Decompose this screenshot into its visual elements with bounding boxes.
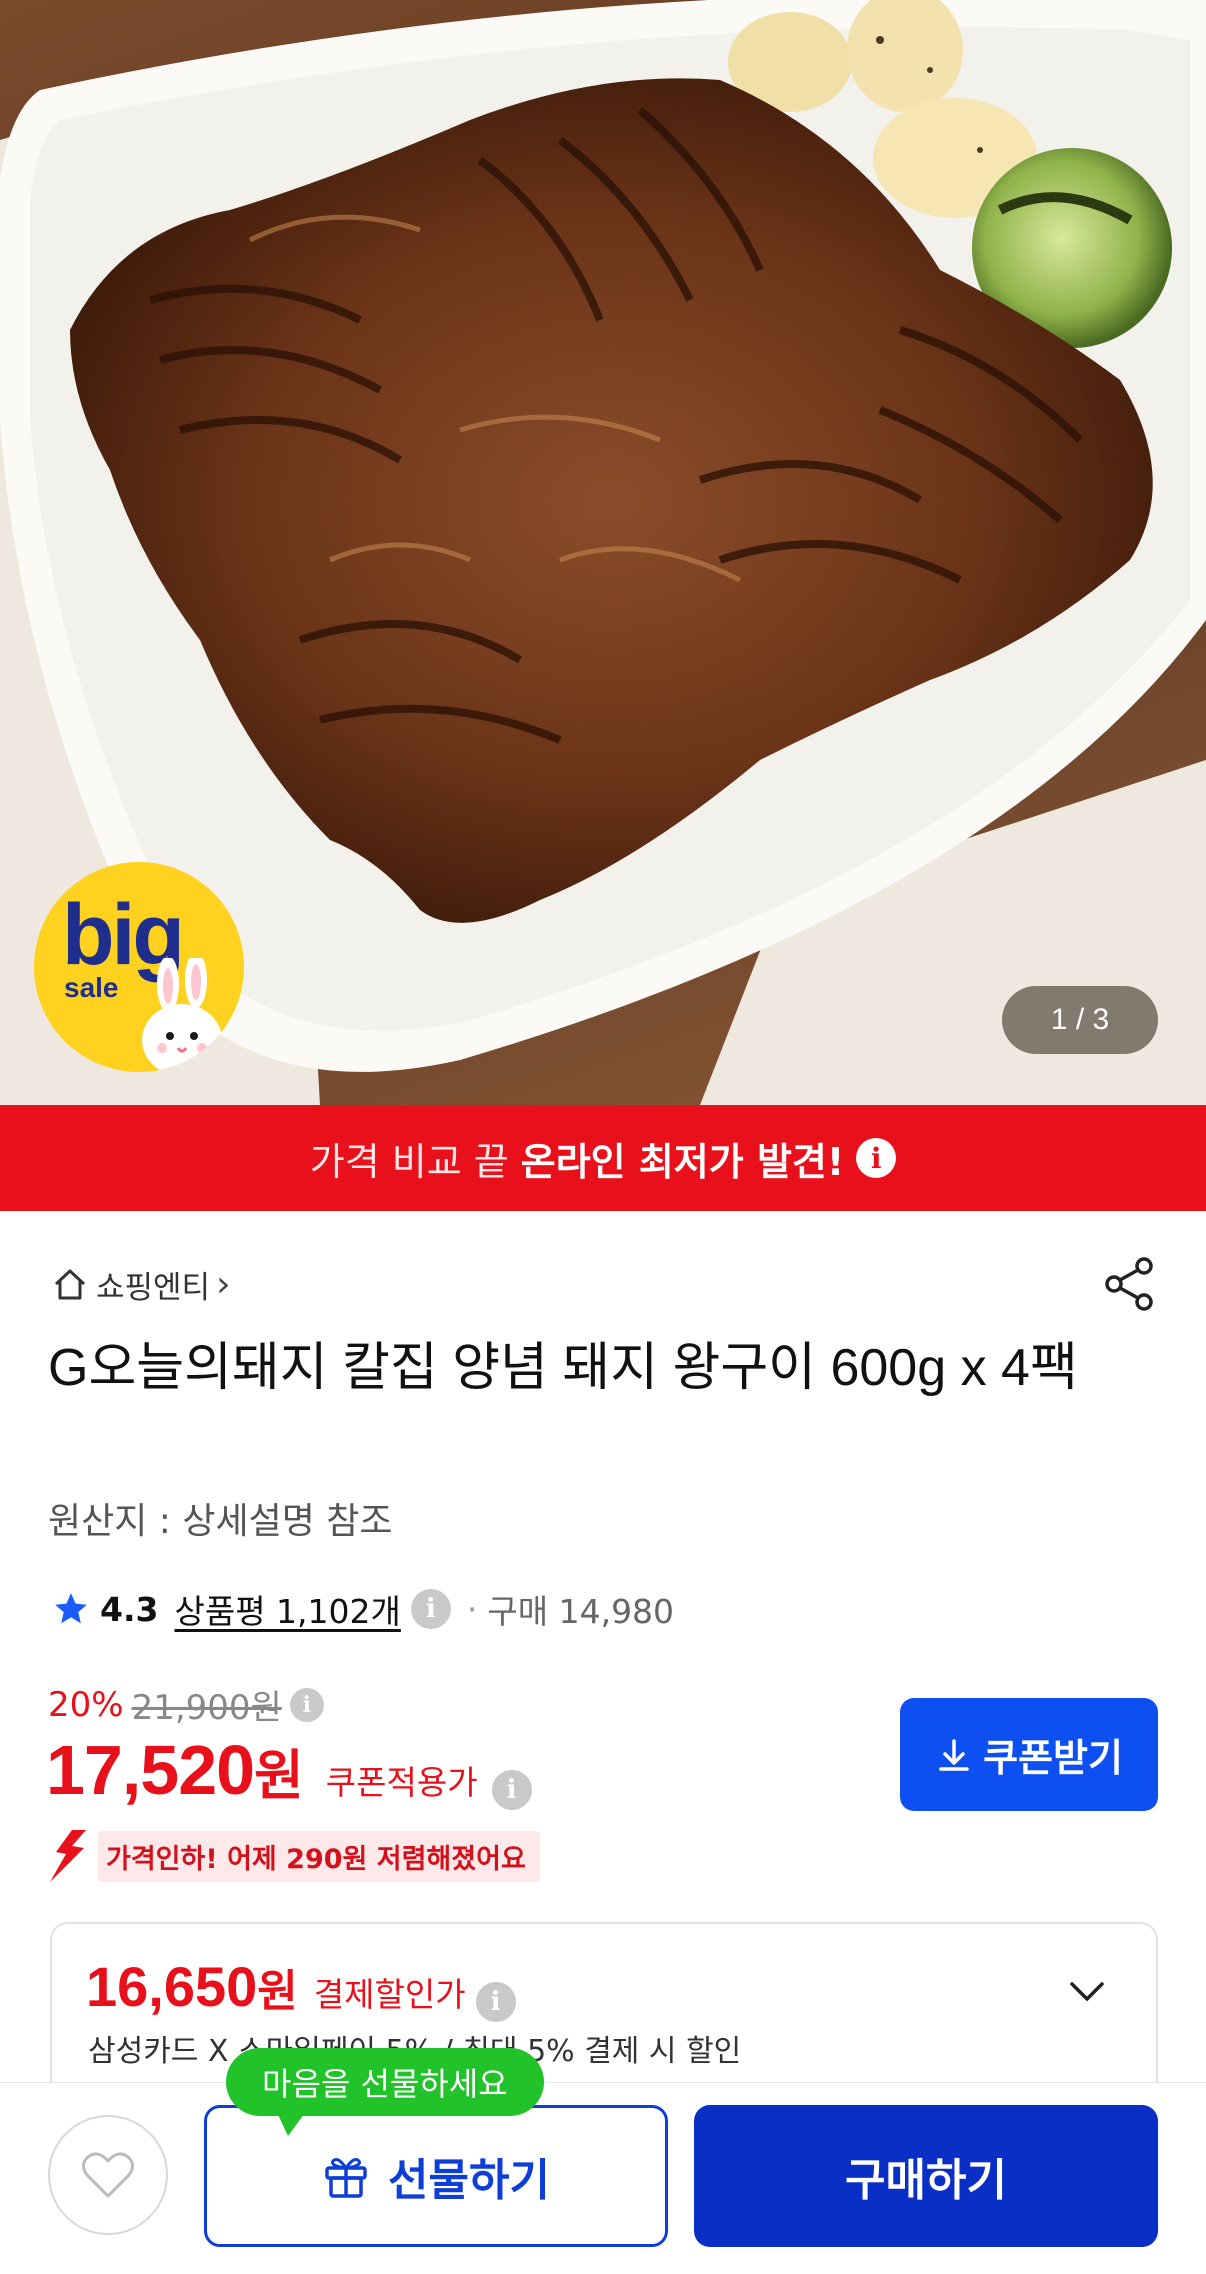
image-pager: 1 / 3 [1002,986,1158,1054]
lowest-price-banner[interactable]: 가격 비교 끝 온라인 최저가 발견! i [0,1105,1206,1211]
bottom-action-bar: 선물하기 구매하기 [0,2082,1206,2274]
tooltip-tail [274,2106,310,2136]
share-icon[interactable] [1102,1256,1158,1312]
buy-button-label: 구매하기 [845,2155,1007,2206]
down-arrow-icon [50,1830,86,1882]
price-drop-notice: 가격인하! 어제 290원 저렴해졌어요 [46,1828,540,1884]
product-title: G오늘의돼지 칼집 양념 돼지 왕구이 600g x 4팩 [48,1339,1078,1397]
get-coupon-label: 쿠폰받기 [983,1736,1123,1780]
gift-tooltip-text: 마음을 선물하세요 [262,2065,508,2103]
download-icon [939,1738,969,1771]
coupon-price-row: 17,520원 쿠폰적용가 i [46,1730,532,1810]
chevron-right-icon: › [216,1263,231,1305]
separator-dot: · [466,1589,478,1629]
coupon-price-label: 쿠폰적용가 [325,1763,478,1802]
payment-price-label: 결제할인가 [313,1975,466,2014]
big-sale-badge-sale: sale [64,972,119,1003]
gift-icon [325,2158,367,2198]
store-link[interactable]: 쇼핑엔티 › [50,1262,231,1306]
gift-tooltip: 마음을 선물하세요 [226,2048,544,2136]
banner-text-bold: 온라인 최저가 발견! [520,1139,845,1184]
store-name: 쇼핑엔티 [96,1269,211,1306]
info-icon[interactable]: i [856,1138,897,1178]
discount-percent: 20% [48,1684,124,1725]
product-image-carousel[interactable]: big sale 1 / 3 [0,0,1206,1105]
buy-button[interactable]: 구매하기 [694,2105,1158,2247]
payment-price-unit: 원 [257,1966,298,2017]
info-icon[interactable]: i [410,1589,451,1629]
info-icon[interactable]: i [491,1770,532,1810]
heart-icon [81,2152,135,2198]
info-icon[interactable]: i [289,1687,324,1722]
info-icon[interactable]: i [475,1982,516,2022]
gift-button-label: 선물하기 [388,2155,550,2206]
bunny-mascot-icon [142,958,222,1072]
rating-row: 4.3 상품평 1,102개 i · 구매 14,980 [52,1584,674,1634]
payment-price: 16,650 [86,1955,258,2018]
wishlist-button[interactable] [48,2115,168,2235]
discount-row: 20% 21,900원 i [48,1680,324,1729]
chevron-down-icon[interactable] [1062,1966,1112,2016]
price-drop-text: 가격인하! 어제 290원 저렴해졌어요 [98,1830,540,1882]
coupon-price: 17,520 [46,1731,255,1809]
home-icon [54,1269,86,1300]
product-origin: 원산지 : 상세설명 참조 [48,1501,393,1542]
banner-text-light: 가격 비교 끝 [309,1139,509,1184]
original-price: 21,900원 [131,1688,282,1728]
coupon-price-unit: 원 [254,1744,304,1807]
star-icon [55,1593,87,1624]
reviews-link[interactable]: 상품평 1,102개 [174,1585,400,1633]
get-coupon-button[interactable]: 쿠폰받기 [900,1698,1158,1811]
purchase-count: 구매 14,980 [487,1592,675,1631]
rating-score: 4.3 [100,1589,159,1629]
payment-price-row: 16,650원 결제할인가 i [86,1954,516,2022]
big-sale-badge[interactable]: big sale [34,862,244,1072]
